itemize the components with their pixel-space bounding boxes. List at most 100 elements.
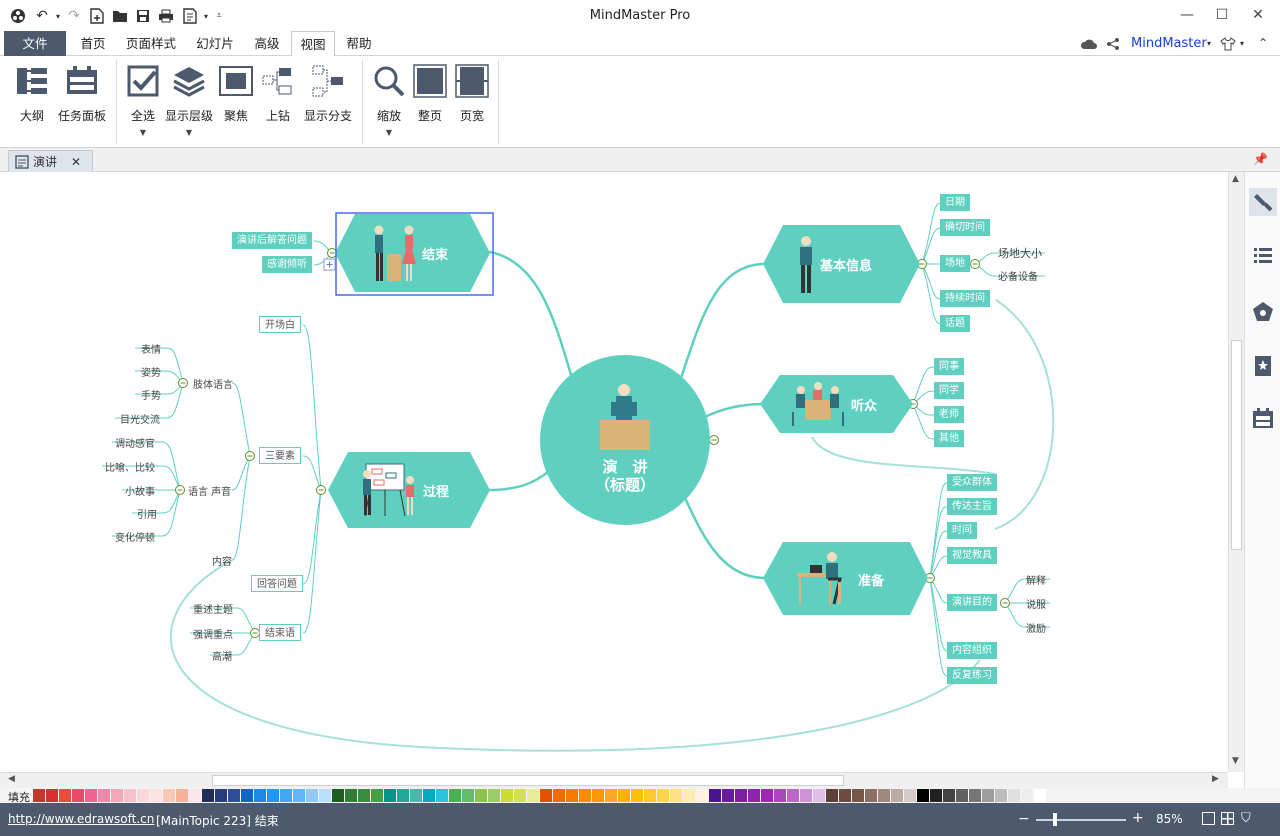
zoom-slider-thumb[interactable] xyxy=(1053,813,1057,826)
tab-view[interactable]: 视图 xyxy=(291,31,335,57)
color-swatch[interactable] xyxy=(917,789,929,802)
color-swatch[interactable] xyxy=(982,789,994,802)
zoom-out-icon[interactable]: − xyxy=(1018,811,1030,827)
color-swatch[interactable] xyxy=(748,789,760,802)
mindmap-canvas[interactable]: 演 讲 （标题） 结束 过程 基本信息 听众 准备 演讲后解答问题 感谢倾听 日… xyxy=(0,172,1228,772)
vertical-scrollbar[interactable]: ▲ ▼ xyxy=(1228,172,1244,772)
color-swatch[interactable] xyxy=(1008,789,1020,802)
select-all-button[interactable]: 全选 ▼ xyxy=(124,64,162,137)
color-swatch[interactable] xyxy=(1034,789,1046,802)
color-swatch[interactable] xyxy=(72,789,84,802)
outline-list-icon[interactable] xyxy=(1249,242,1277,270)
color-swatch[interactable] xyxy=(371,789,383,802)
color-swatch[interactable] xyxy=(124,789,136,802)
color-swatch[interactable] xyxy=(462,789,474,802)
new-file-icon[interactable] xyxy=(87,6,107,26)
subtopic-body-language[interactable]: 肢体语言 xyxy=(193,376,233,391)
color-swatch[interactable] xyxy=(475,789,487,802)
subtopic-eye-contact[interactable]: 目光交流 xyxy=(120,411,160,426)
focus-button[interactable]: 聚焦 xyxy=(218,64,254,124)
color-swatch[interactable] xyxy=(436,789,448,802)
tab-slides[interactable]: 幻灯片 xyxy=(187,31,243,56)
color-swatch[interactable] xyxy=(176,789,188,802)
color-swatch[interactable] xyxy=(761,789,773,802)
save-icon[interactable] xyxy=(133,6,153,26)
subtopic-main-message[interactable]: 传达主旨 xyxy=(947,498,997,515)
subtopic-content[interactable]: 内容 xyxy=(212,553,232,568)
color-swatch[interactable] xyxy=(254,789,266,802)
color-swatch[interactable] xyxy=(111,789,123,802)
color-swatch[interactable] xyxy=(683,789,695,802)
color-swatch[interactable] xyxy=(930,789,942,802)
subtopic-exact-time[interactable]: 确切时间 xyxy=(940,219,990,236)
subtopic-date[interactable]: 日期 xyxy=(940,194,970,211)
subtopic-closing[interactable]: 结束语 xyxy=(259,624,301,641)
subtopic-answer-questions[interactable]: 回答问题 xyxy=(251,575,303,592)
subtopic-required-equipment[interactable]: 必备设备 xyxy=(998,268,1038,283)
fit-window-icon[interactable] xyxy=(1202,812,1215,825)
cloud-icon[interactable] xyxy=(1080,31,1098,56)
color-swatch[interactable] xyxy=(956,789,968,802)
subtopic-senses[interactable]: 调动感官 xyxy=(115,435,155,450)
color-swatch[interactable] xyxy=(59,789,71,802)
subtopic-persuade[interactable]: 说服 xyxy=(1026,596,1046,611)
subtopic-content-organization[interactable]: 内容组织 xyxy=(947,642,997,659)
vertical-scroll-thumb[interactable] xyxy=(1231,340,1242,550)
color-swatch[interactable] xyxy=(566,789,578,802)
subtopic-motivate[interactable]: 激励 xyxy=(1026,620,1046,635)
skin-dropdown-icon[interactable]: ▾ xyxy=(1240,31,1244,56)
show-level-button[interactable]: 显示层级 ▼ xyxy=(164,64,214,137)
color-swatch[interactable] xyxy=(605,789,617,802)
subtopic-others[interactable]: 其他 xyxy=(934,430,964,447)
subtopic-explain[interactable]: 解释 xyxy=(1026,572,1046,587)
customize-toolbar-icon[interactable]: ⩡ xyxy=(209,6,229,26)
subtopic-rehearsal[interactable]: 反复练习 xyxy=(947,667,997,684)
color-swatch[interactable] xyxy=(540,789,552,802)
clipart-icon[interactable] xyxy=(1249,298,1277,326)
subtopic-opening[interactable]: 开场白 xyxy=(259,316,301,333)
presentation-icon[interactable]: ⛉ xyxy=(1241,811,1251,826)
color-swatch[interactable] xyxy=(137,789,149,802)
page-width-button[interactable]: 页宽 xyxy=(454,64,490,124)
color-swatch[interactable] xyxy=(397,789,409,802)
app-logo-icon[interactable] xyxy=(8,6,28,26)
color-swatch[interactable] xyxy=(696,789,708,802)
task-calendar-icon[interactable] xyxy=(1249,404,1277,432)
color-swatch[interactable] xyxy=(631,789,643,802)
subtopic-venue-size[interactable]: 场地大小 xyxy=(998,245,1042,261)
task-panel-button[interactable]: 任务面板 xyxy=(56,64,108,124)
color-swatch[interactable] xyxy=(969,789,981,802)
color-swatch[interactable] xyxy=(332,789,344,802)
color-swatch[interactable] xyxy=(319,789,331,802)
subtopic-classmates[interactable]: 同学 xyxy=(934,382,964,399)
color-swatch[interactable] xyxy=(189,789,201,802)
subtopic-pause[interactable]: 变化停顿 xyxy=(115,529,155,544)
subtopic-speech-purpose[interactable]: 演讲目的 xyxy=(947,594,997,611)
color-swatch[interactable] xyxy=(345,789,357,802)
format-brush-icon[interactable] xyxy=(1249,188,1277,216)
color-swatch[interactable] xyxy=(527,789,539,802)
subtopic-expression[interactable]: 表情 xyxy=(141,341,161,356)
subtopic-visual-aids[interactable]: 视觉教具 xyxy=(947,547,997,564)
color-swatch[interactable] xyxy=(865,789,877,802)
color-swatches[interactable] xyxy=(33,789,1047,802)
color-swatch[interactable] xyxy=(670,789,682,802)
subtopic-venue[interactable]: 场地 xyxy=(940,255,970,272)
horizontal-scrollbar[interactable]: ◀ ▶ xyxy=(0,772,1228,788)
color-swatch[interactable] xyxy=(267,789,279,802)
grid-view-icon[interactable] xyxy=(1221,812,1234,825)
color-swatch[interactable] xyxy=(202,789,214,802)
color-swatch[interactable] xyxy=(215,789,227,802)
subtopic-three-elements[interactable]: 三要素 xyxy=(259,447,301,464)
outline-button[interactable]: 大纲 xyxy=(14,64,50,124)
scroll-right-icon[interactable]: ▶ xyxy=(1212,774,1219,784)
horizontal-scroll-thumb[interactable] xyxy=(212,775,844,786)
share-icon[interactable] xyxy=(1106,31,1120,56)
subtopic-qa-after[interactable]: 演讲后解答问题 xyxy=(232,232,312,249)
color-swatch[interactable] xyxy=(1021,789,1033,802)
color-swatch[interactable] xyxy=(358,789,370,802)
redo-icon[interactable]: ↷ xyxy=(64,6,84,26)
subtopic-duration[interactable]: 持续时间 xyxy=(940,290,990,307)
zoom-button[interactable]: 缩放 ▼ xyxy=(370,64,408,137)
account-dropdown-icon[interactable]: ▾ xyxy=(1207,31,1211,56)
